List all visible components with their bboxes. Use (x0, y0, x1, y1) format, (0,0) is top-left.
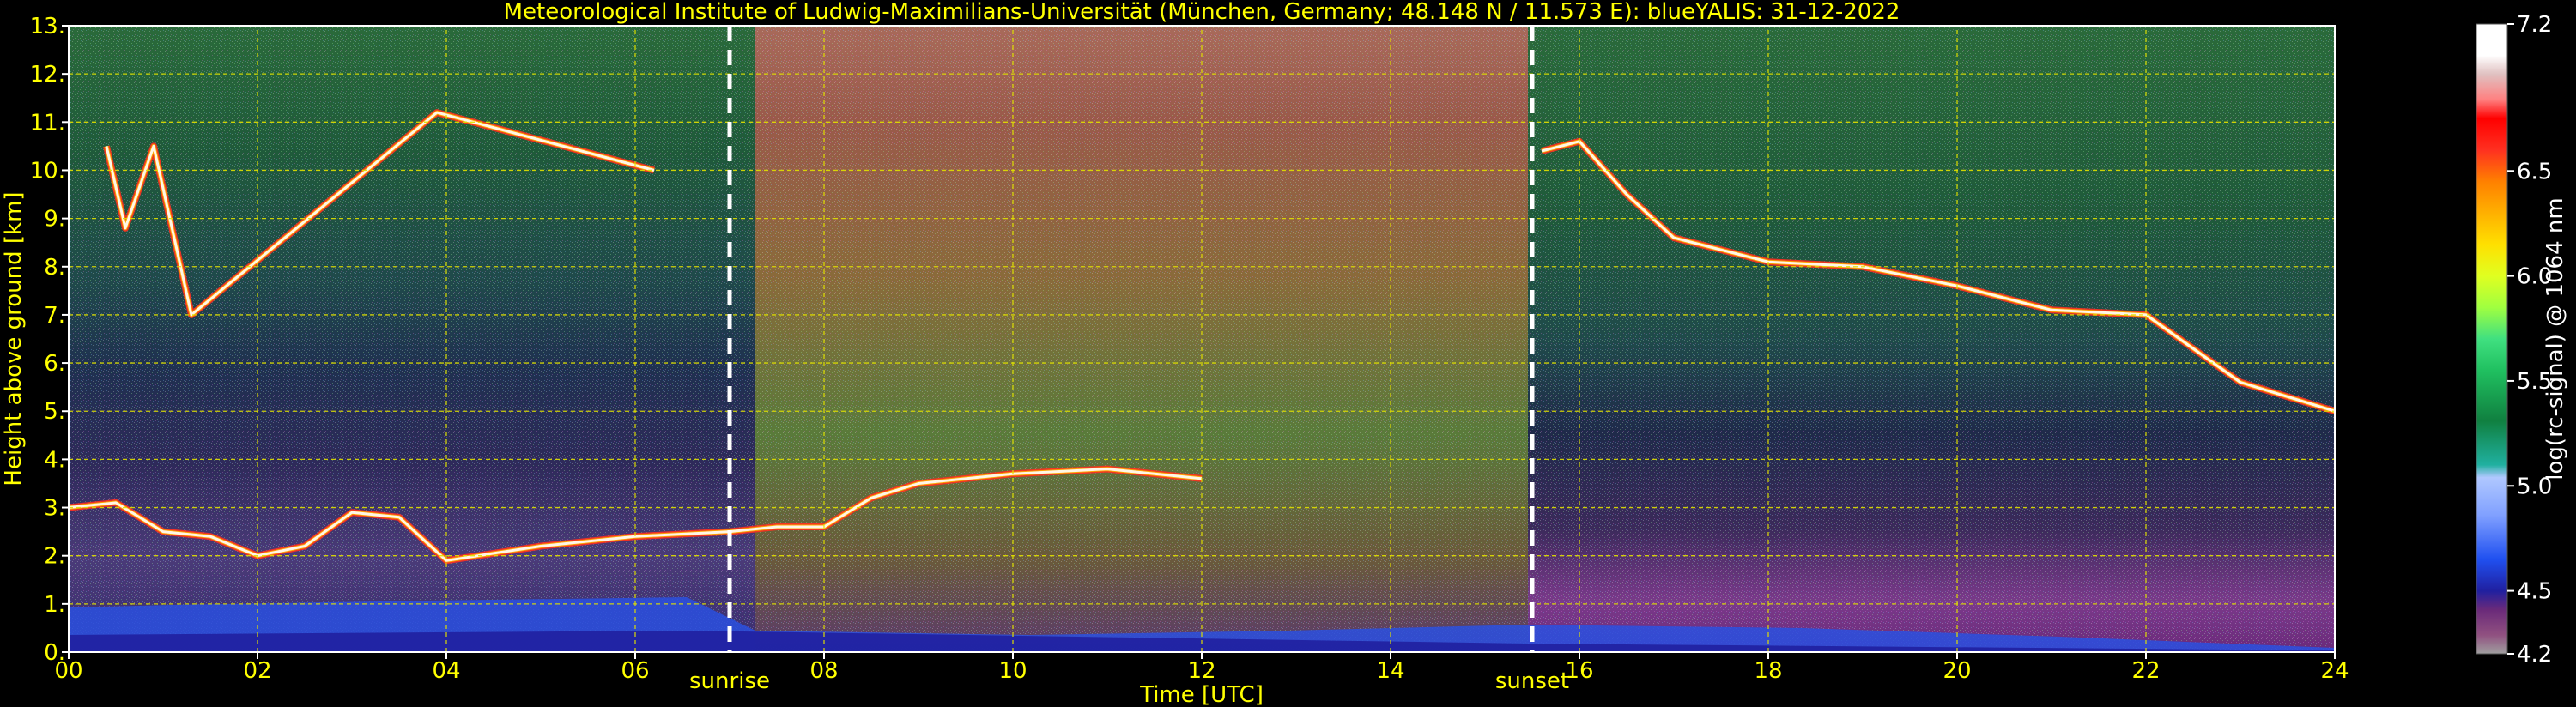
lidar-figure: sunrise sunset 00 02 04 06 08 10 12 14 16 18 20 22 24… (0, 0, 2576, 707)
colorbar-tick-label: 6.5 (2517, 159, 2552, 184)
x-tick-label: 20 (1943, 658, 1971, 684)
colorbar-label: log(rc-signal) @ 1064 nm (2543, 197, 2568, 480)
x-tick-label: 14 (1376, 658, 1404, 684)
marker-label-sunset: sunset (1495, 668, 1569, 694)
x-tick-label: 16 (1565, 658, 1593, 684)
y-axis-ticks: 0. 1. 2. 3. 4. 5. 6. 7. 8. 9. 10. 11. 12. 13. (30, 14, 69, 666)
x-tick-label: 04 (432, 658, 460, 684)
y-tick-label: 8. (44, 255, 65, 281)
x-axis-label: Time [UTC] (1139, 682, 1264, 707)
marker-label-sunrise: sunrise (689, 668, 770, 694)
x-tick-label: 08 (809, 658, 838, 684)
x-axis-ticks: 00 02 04 06 08 10 12 14 16 18 20 22 24 (54, 652, 2349, 684)
x-tick-label: 10 (998, 658, 1027, 684)
colorbar-tick-label: 7.2 (2517, 12, 2552, 38)
lidar-time-height-chart: sunrise sunset 00 02 04 06 08 10 12 14 16 18 20 22 24… (1, 0, 2568, 707)
y-tick-label: 13. (30, 14, 65, 39)
y-tick-label: 12. (30, 62, 65, 88)
y-tick-label: 3. (44, 496, 65, 522)
y-tick-label: 11. (30, 110, 65, 136)
colorbar (2476, 24, 2507, 654)
x-tick-label: 22 (2131, 658, 2160, 684)
chart-title: Meteorological Institute of Ludwig-Maxim… (504, 0, 1900, 25)
x-tick-label: 24 (2320, 658, 2349, 684)
y-tick-label: 6. (44, 351, 65, 377)
y-tick-label: 10. (30, 158, 65, 184)
x-tick-label: 18 (1754, 658, 1782, 684)
colorbar-tick-label: 4.5 (2517, 579, 2552, 605)
x-tick-label: 12 (1187, 658, 1215, 684)
y-tick-label: 2. (44, 544, 65, 570)
y-tick-label: 9. (44, 207, 65, 233)
x-tick-label: 02 (243, 658, 271, 684)
y-tick-label: 0. (44, 640, 65, 666)
y-tick-label: 1. (44, 592, 65, 618)
y-tick-label: 7. (44, 303, 65, 329)
y-axis-label: Height above ground [km] (1, 191, 27, 486)
colorbar-tick-label: 4.2 (2517, 642, 2552, 668)
y-tick-label: 5. (44, 399, 65, 425)
y-tick-label: 4. (44, 447, 65, 473)
x-tick-label: 06 (621, 658, 649, 684)
